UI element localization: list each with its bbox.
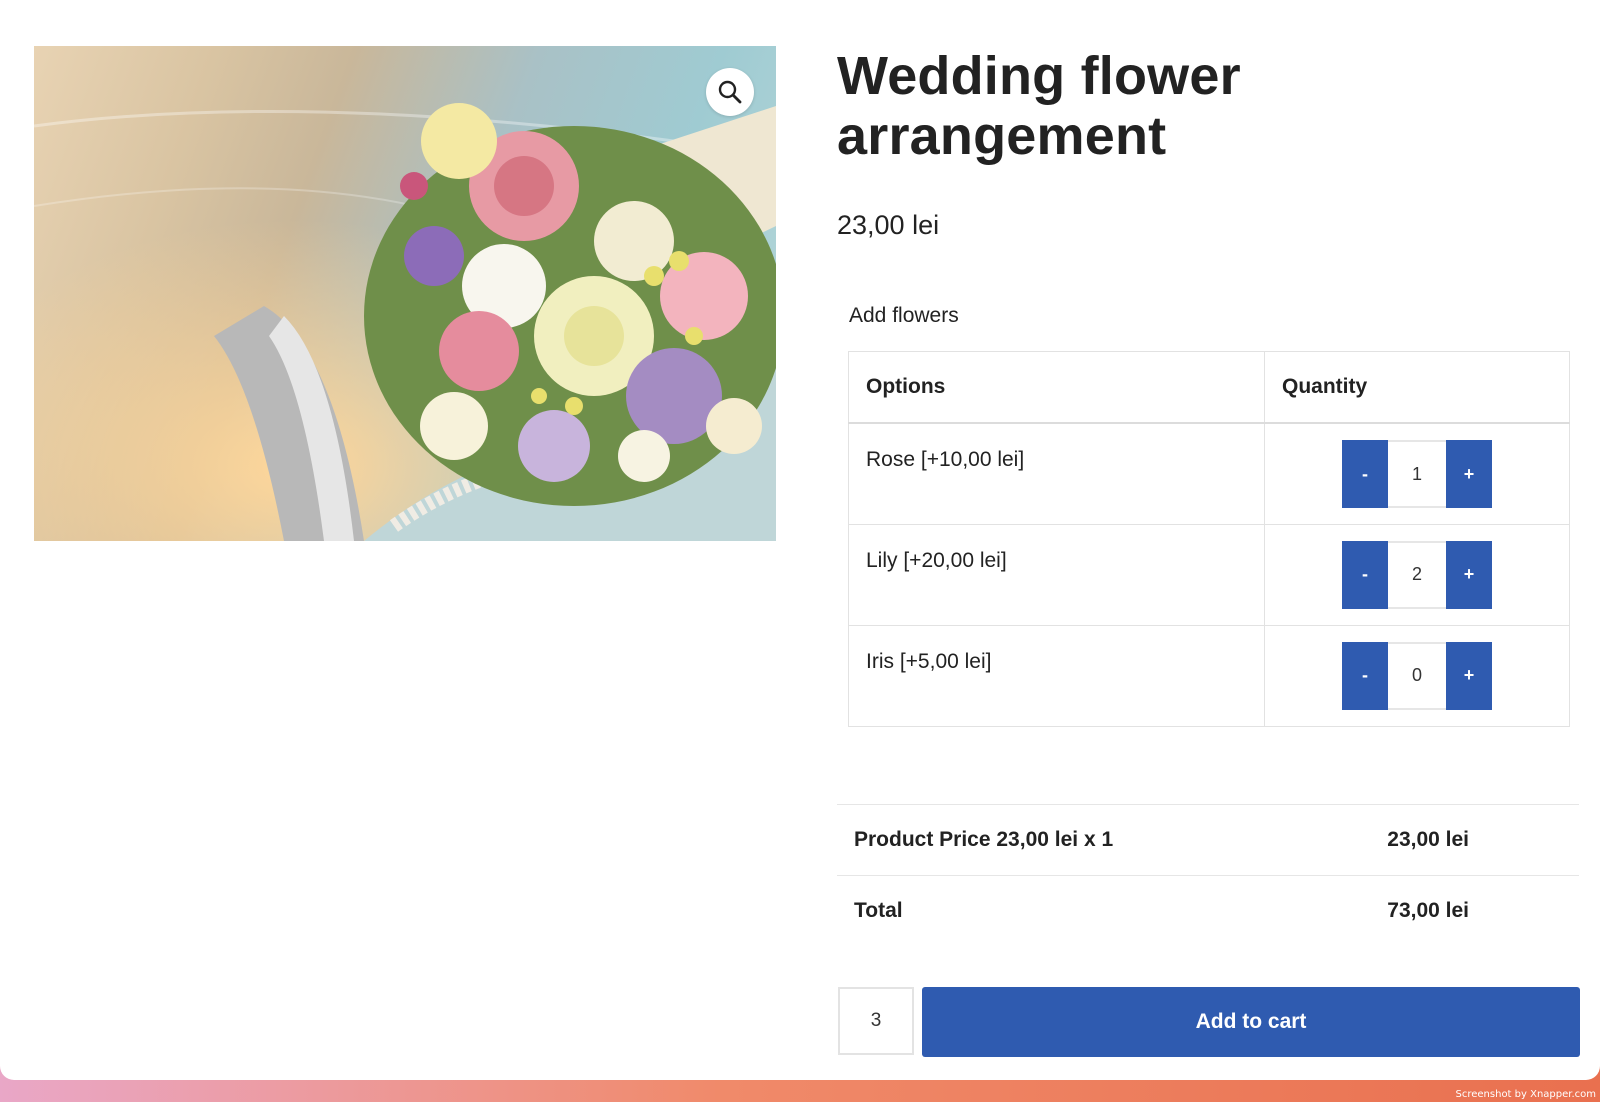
increment-button[interactable]: + — [1446, 440, 1492, 508]
table-row: Iris [+5,00 lei] - 0 + — [848, 624, 1570, 727]
quantity-header: Quantity — [1264, 351, 1570, 424]
add-to-cart-button[interactable]: Add to cart — [922, 987, 1580, 1057]
option-label-iris: Iris [+5,00 lei] — [848, 624, 1265, 727]
options-header: Options — [848, 351, 1265, 424]
total-row: Total 73,00 lei — [837, 875, 1579, 946]
quantity-input[interactable]: 0 — [1388, 641, 1446, 710]
product-title: Wedding flower arrangement — [837, 46, 1241, 166]
product-page: Wedding flower arrangement 23,00 lei Add… — [0, 0, 1600, 1080]
option-label-rose: Rose [+10,00 lei] — [848, 422, 1265, 525]
addon-group-label: Add flowers — [849, 304, 959, 327]
total-label: Total — [837, 875, 1271, 946]
option-label-lily: Lily [+20,00 lei] — [848, 523, 1265, 626]
quantity-input[interactable]: 2 — [1388, 540, 1446, 609]
table-header-row: Options Quantity — [848, 351, 1570, 424]
cart-quantity-input[interactable]: 3 — [838, 987, 914, 1055]
total-value: 73,00 lei — [1270, 875, 1579, 946]
decrement-button[interactable]: - — [1342, 540, 1388, 609]
quantity-input[interactable]: 1 — [1388, 440, 1446, 508]
watermark-text: Screenshot by Xnapper.com — [1455, 1089, 1596, 1100]
increment-button[interactable]: + — [1446, 540, 1492, 609]
quantity-stepper-lily: - 2 + — [1342, 540, 1492, 609]
quantity-stepper-rose: - 1 + — [1342, 440, 1492, 508]
table-row: Rose [+10,00 lei] - 1 + — [848, 422, 1570, 525]
product-summary: Wedding flower arrangement 23,00 lei Add… — [837, 46, 1580, 1057]
price-totals: Product Price 23,00 lei x 1 23,00 lei To… — [837, 804, 1579, 946]
product-price: 23,00 lei — [837, 210, 940, 240]
increment-button[interactable]: + — [1446, 641, 1492, 710]
decrement-button[interactable]: - — [1342, 440, 1388, 508]
quantity-cell: - 1 + — [1264, 422, 1570, 525]
quantity-cell: - 0 + — [1264, 624, 1570, 727]
flower-options-table: Options Quantity Rose [+10,00 lei] - 1 + — [848, 351, 1570, 727]
product-image[interactable] — [34, 46, 776, 541]
quantity-stepper-iris: - 0 + — [1342, 641, 1492, 710]
bouquet-illustration — [34, 46, 776, 541]
zoom-button[interactable] — [706, 68, 754, 116]
product-price-value: 23,00 lei — [1270, 804, 1579, 876]
table-row: Lily [+20,00 lei] - 2 + — [848, 523, 1570, 626]
product-price-row: Product Price 23,00 lei x 1 23,00 lei — [837, 804, 1579, 876]
magnifier-icon — [718, 80, 742, 104]
decrement-button[interactable]: - — [1342, 641, 1388, 710]
quantity-cell: - 2 + — [1264, 523, 1570, 626]
product-price-label: Product Price 23,00 lei x 1 — [837, 804, 1271, 876]
